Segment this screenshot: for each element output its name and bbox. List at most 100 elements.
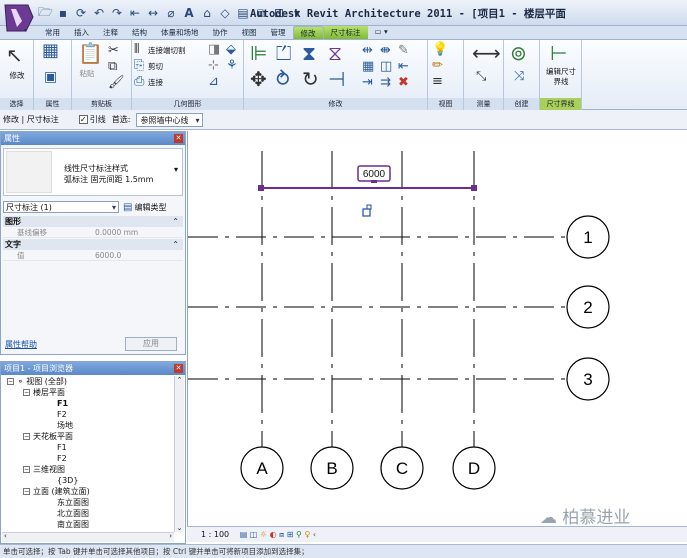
wall-joins-icon[interactable]: ⊹ (208, 59, 219, 73)
trim-single-icon[interactable]: ⇥ (362, 76, 373, 90)
prefer-select[interactable]: 参照墙中心线 (136, 112, 204, 127)
close-icon[interactable]: ✕ (174, 364, 183, 373)
tree-node-views[interactable]: − ⚬ 视图 (全部) (7, 376, 67, 387)
join-geometry-icon[interactable]: ⎙ (134, 75, 144, 89)
lead-checkbox-group[interactable]: ✓ 引线 (78, 114, 106, 125)
cut-geometry-icon[interactable]: ⎘ (134, 59, 144, 73)
browser-header[interactable]: 项目1 - 项目浏览器 ✕ (1, 362, 185, 375)
match-properties-icon[interactable]: 🖌 (108, 76, 125, 90)
collapse-icon[interactable]: − (7, 378, 14, 385)
edit-type-button[interactable]: 编辑类型 (134, 202, 166, 213)
override-graphics-icon[interactable]: ✏ (432, 59, 443, 73)
ribbon-minimize-icon[interactable]: ▭ ▾ (368, 26, 395, 39)
panel-title-measure[interactable]: 测量 (464, 98, 503, 110)
split-gap-icon[interactable]: ⇼ (380, 44, 391, 58)
panel-title-select[interactable]: 选择 (0, 98, 33, 110)
mirror-axis-icon[interactable]: ⧗ (302, 42, 316, 64)
linework-icon[interactable]: ≡ (432, 75, 443, 89)
tree-node-ceiling-plans[interactable]: − 天花板平面 (23, 431, 73, 442)
dimension-text-grip[interactable] (371, 180, 377, 183)
tab-modify[interactable]: 修改 (292, 26, 324, 39)
show-crop-icon[interactable]: ⊞ (287, 530, 294, 539)
horizontal-scrollbar[interactable]: ‹ › (2, 532, 174, 542)
panel-title-geometry[interactable]: 几何图形 (132, 98, 243, 110)
dimension-grip-right[interactable] (471, 185, 477, 191)
temp-hide-icon[interactable]: ⚲ (296, 530, 302, 539)
create-group-icon[interactable]: ⊚ (510, 42, 527, 64)
paste-icon[interactable]: 📋 (78, 42, 103, 64)
measure-icon[interactable]: ⇤ (128, 6, 142, 20)
tab-structure[interactable]: 结构 (125, 26, 154, 39)
unpin-icon[interactable]: ⇤ (398, 60, 409, 74)
panel-title-clipboard[interactable]: 剪贴板 (72, 98, 131, 110)
tab-collaborate[interactable]: 协作 (206, 26, 235, 39)
tree-node-f1-plan[interactable]: F1 (57, 398, 68, 409)
tree-node-3d[interactable]: {3D} (57, 475, 78, 486)
redo-icon[interactable]: ↷ (110, 6, 124, 20)
mirror-draw-icon[interactable]: ⧖ (328, 42, 342, 64)
edit-witness-lines-button[interactable]: 编辑尺寸界线 (546, 67, 576, 87)
type-properties-icon[interactable]: ▣ (44, 70, 57, 84)
offset-icon[interactable]: ⏍ (276, 42, 291, 64)
copy-element-icon[interactable]: ⥁ (276, 68, 290, 90)
aligned-dimension-icon[interactable]: ⤡ (476, 70, 486, 84)
collapse-icon[interactable]: − (23, 433, 30, 440)
sun-path-icon[interactable]: ☼ (260, 530, 267, 539)
selected-dimension[interactable]: 6000 (258, 165, 477, 217)
tree-node-elevations[interactable]: − 立面 (建筑立面) (23, 486, 90, 497)
tab-view[interactable]: 视图 (235, 26, 264, 39)
instance-filter[interactable]: 尺寸标注 (1) (3, 201, 119, 213)
paste-button[interactable]: 粘贴 (74, 68, 100, 79)
section-icon[interactable]: ◇ (218, 6, 232, 20)
properties-icon[interactable]: ▦ (42, 42, 59, 60)
collapse-icon[interactable]: − (23, 466, 30, 473)
more-icon[interactable]: ‹ (313, 530, 316, 539)
panel-title-create[interactable]: 创建 (504, 98, 539, 110)
group-graphics[interactable]: 图形 (3, 216, 183, 227)
paint-icon[interactable]: ⬙ (226, 43, 236, 57)
close-icon[interactable]: ✕ (174, 134, 183, 143)
thin-lines-icon[interactable]: ▤ (236, 6, 250, 20)
array-icon[interactable]: ▦ (362, 60, 374, 74)
rotate-icon[interactable]: ↻ (302, 68, 319, 90)
dimension-icon[interactable]: ↔ (146, 6, 160, 20)
demolish-icon[interactable]: ⚘ (226, 59, 238, 73)
tree-node-east[interactable]: 东立面图 (57, 497, 89, 508)
join-geometry-button[interactable]: 连接 (148, 77, 163, 88)
shadows-icon[interactable]: ◐ (270, 530, 277, 539)
tab-manage[interactable]: 管理 (264, 26, 293, 39)
tag-icon[interactable]: ⌀ (164, 6, 178, 20)
edit-witness-lines-icon[interactable]: ⊢ (550, 42, 567, 64)
dimension-value[interactable]: 6000 (363, 169, 386, 180)
scale-icon[interactable]: ◫ (380, 60, 392, 74)
hide-bulb-icon[interactable]: 💡 (432, 43, 448, 57)
split-icon[interactable]: ⇹ (362, 44, 373, 58)
text-icon[interactable]: A (182, 6, 196, 20)
crop-view-icon[interactable]: ⧈ (279, 530, 284, 539)
property-value[interactable]: 0.0000 mm (95, 227, 138, 238)
cursor-arrow-icon[interactable]: ↖ (6, 44, 23, 66)
copy-icon[interactable]: ⧉ (108, 60, 117, 74)
edit-type-icon[interactable]: ▤ (123, 202, 132, 213)
open-icon[interactable]: 🗁 (38, 3, 53, 24)
tree-node-south[interactable]: 南立面图 (57, 519, 89, 530)
3d-view-icon[interactable]: ⌂ (200, 6, 214, 20)
tree-node-floor-plans[interactable]: − 楼层平面 (23, 387, 65, 398)
tab-dimension-context[interactable]: 尺寸标注 (323, 26, 368, 39)
tab-massing-site[interactable]: 体量和场地 (154, 26, 206, 39)
scroll-left-icon[interactable]: ‹ (4, 532, 7, 540)
create-similar-icon[interactable]: ⤨ (514, 70, 524, 84)
tab-insert[interactable]: 插入 (67, 26, 96, 39)
lock-icon[interactable] (362, 208, 371, 217)
lead-checkbox[interactable]: ✓ (78, 115, 88, 124)
panel-title-properties[interactable]: 属性 (34, 98, 71, 110)
join-cut-button[interactable]: 连接端切割 (148, 45, 186, 56)
tree-node-f2-plan[interactable]: F2 (57, 409, 67, 420)
move-icon[interactable]: ✥ (250, 68, 267, 90)
group-text[interactable]: 文字 (3, 239, 183, 250)
trim-multiple-icon[interactable]: ⇉ (380, 76, 391, 90)
save-icon[interactable]: ▪ (56, 6, 70, 20)
vertical-scrollbar[interactable]: ⌃ ⌄ (174, 376, 184, 532)
split-face-icon[interactable]: ◨ (208, 43, 220, 57)
cut-geometry-button[interactable]: 剪切 (148, 61, 163, 72)
